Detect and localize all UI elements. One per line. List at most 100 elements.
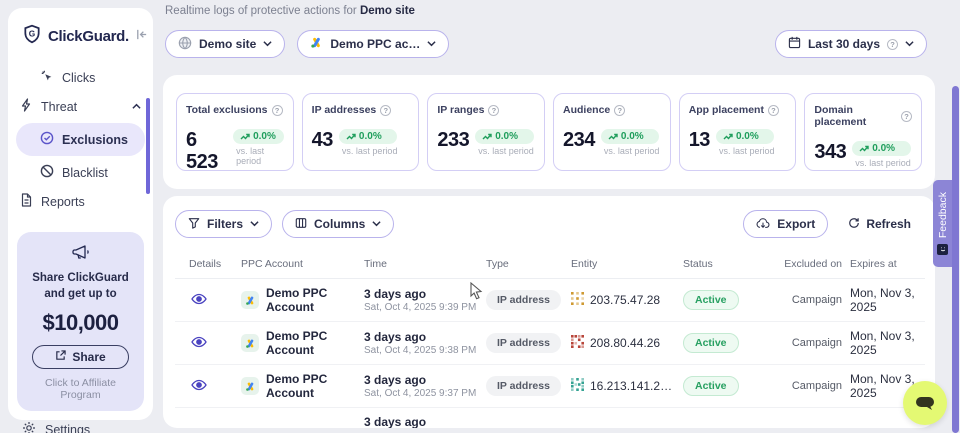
help-icon[interactable]: ? xyxy=(768,105,779,116)
selector-row: Demo site Demo PPC ac… xyxy=(165,30,449,58)
stats-panel: Total exclusions? 6 523 0.0% vs. last pe… xyxy=(163,75,935,189)
type-badge: IP address xyxy=(486,376,561,396)
google-ads-icon xyxy=(241,291,259,309)
chevron-down-icon xyxy=(372,217,381,231)
column-header-time[interactable]: Time xyxy=(364,258,486,270)
smiley-icon xyxy=(937,244,948,255)
help-icon[interactable]: ? xyxy=(380,105,391,116)
details-eye-icon[interactable] xyxy=(189,291,209,310)
check-circle-icon xyxy=(40,131,54,148)
compare-label: vs. last period xyxy=(601,146,660,156)
sidebar-item-settings[interactable]: Settings xyxy=(8,411,153,433)
entity-cell: 203.75.47.28 xyxy=(571,292,683,308)
stat-value: 233 xyxy=(437,129,469,151)
column-header-excluded-on[interactable]: Excluded on xyxy=(778,258,850,270)
filters-dropdown[interactable]: Filters xyxy=(175,210,272,238)
help-icon[interactable]: ? xyxy=(272,105,283,116)
time-cell: 3 days ago xyxy=(364,408,486,428)
entity-identicon xyxy=(571,292,584,308)
promo-heading: Share ClickGuard and get up to xyxy=(25,271,136,302)
stat-label: Total exclusions xyxy=(186,104,268,116)
export-button[interactable]: Export xyxy=(743,210,828,238)
delta-badge: 0.0% xyxy=(852,141,911,156)
share-button-label: Share xyxy=(72,350,105,364)
column-header-status[interactable]: Status xyxy=(683,258,778,270)
excluded-on-cell: Campaign xyxy=(778,337,850,349)
stat-label: IP addresses xyxy=(312,104,377,116)
delta-badge: 0.0% xyxy=(601,129,660,144)
logo-row: G ClickGuard. xyxy=(8,20,153,63)
sidebar-collapse-icon[interactable] xyxy=(135,28,148,46)
site-selector-dropdown[interactable]: Demo site xyxy=(165,30,285,58)
page-title-site: Demo site xyxy=(360,5,415,17)
sidebar-item-label: Exclusions xyxy=(62,133,128,147)
columns-dropdown[interactable]: Columns xyxy=(282,210,394,238)
status-badge: Active xyxy=(683,290,739,310)
entity-cell: 208.80.44.26 xyxy=(571,335,683,351)
sidebar-scrollbar[interactable] xyxy=(146,98,150,194)
ppc-account-name: Demo PPC Account xyxy=(266,372,364,400)
sidebar-item-reports[interactable]: Reports xyxy=(8,187,153,216)
refresh-button[interactable]: Refresh xyxy=(838,211,921,238)
settings-label: Settings xyxy=(45,423,90,433)
svg-text:G: G xyxy=(29,29,35,39)
sidebar-item-label: Clicks xyxy=(62,71,141,85)
column-header-expires-at[interactable]: Expires at xyxy=(850,258,921,270)
sidebar-item-blacklist[interactable]: Blacklist xyxy=(8,158,153,187)
sidebar-item-clicks[interactable]: Clicks xyxy=(8,63,153,92)
table-header-row: Details PPC Account Time Type Entity Sta… xyxy=(175,258,925,279)
blacklist-icon xyxy=(40,164,54,181)
external-link-icon xyxy=(55,350,66,364)
ppc-account-cell: Demo PPC Account xyxy=(241,286,364,314)
entity-value: 208.80.44.26 xyxy=(590,336,660,350)
chat-widget-button[interactable] xyxy=(903,381,947,425)
click-icon xyxy=(40,69,54,86)
help-icon[interactable]: ? xyxy=(614,105,625,116)
date-range-dropdown[interactable]: Last 30 days ? xyxy=(775,30,927,58)
page-title: Realtime logs of protective actions for … xyxy=(165,5,415,17)
feedback-label: Feedback xyxy=(937,192,949,238)
expires-at-cell: Mon, Nov 3, 2025 xyxy=(850,286,921,314)
help-icon[interactable]: ? xyxy=(901,111,912,122)
share-button[interactable]: Share xyxy=(32,345,128,369)
chevron-down-icon xyxy=(250,217,259,231)
time-cell: 3 days agoSat, Oct 4, 2025 9:37 PM xyxy=(364,373,486,399)
account-selector-dropdown[interactable]: Demo PPC ac… xyxy=(297,30,449,58)
column-header-details[interactable]: Details xyxy=(189,258,241,270)
info-icon: ? xyxy=(887,39,898,50)
promo-amount: $10,000 xyxy=(25,310,136,336)
table-toolbar: Filters Columns Export Refresh xyxy=(175,210,925,238)
cloud-download-icon xyxy=(756,217,770,232)
page-title-prefix: Realtime logs of protective actions for xyxy=(165,5,360,17)
feedback-tab[interactable]: Feedback xyxy=(933,180,952,267)
expires-at-cell: Mon, Nov 3, 2025 xyxy=(850,329,921,357)
page-scrollbar[interactable] xyxy=(952,86,959,433)
delta-badge: 0.0% xyxy=(475,129,534,144)
column-header-entity[interactable]: Entity xyxy=(571,258,683,270)
sidebar-item-exclusions[interactable]: Exclusions xyxy=(16,123,145,156)
stat-value: 13 xyxy=(689,129,710,151)
reports-document-icon xyxy=(20,193,33,210)
stat-label: IP ranges xyxy=(437,104,484,116)
stat-value: 6 523 xyxy=(186,129,227,173)
details-eye-icon[interactable] xyxy=(189,334,209,353)
refresh-icon xyxy=(848,217,860,232)
column-header-ppc-account[interactable]: PPC Account xyxy=(241,258,364,270)
entity-cell: 16.213.141.2… xyxy=(571,378,683,394)
entity-value: 16.213.141.2… xyxy=(590,379,672,393)
table-row: Demo PPC Account 3 days agoSat, Oct 4, 2… xyxy=(175,279,925,322)
column-header-type[interactable]: Type xyxy=(486,258,571,270)
stat-card-ip-ranges: IP ranges? 233 0.0% vs. last period xyxy=(427,93,545,171)
affiliate-promo-card[interactable]: Share ClickGuard and get up to $10,000 S… xyxy=(17,232,144,411)
stat-card-domain-placement: Domain placement? 343 0.0% vs. last peri… xyxy=(804,93,922,171)
gear-icon xyxy=(22,421,36,433)
help-icon[interactable]: ? xyxy=(488,105,499,116)
export-label: Export xyxy=(777,217,815,231)
sidebar-item-threat[interactable]: Threat xyxy=(8,92,153,121)
chevron-down-icon xyxy=(427,37,436,51)
details-eye-icon[interactable] xyxy=(189,377,209,396)
site-selector-value: Demo site xyxy=(199,37,256,51)
stat-card-total-exclusions: Total exclusions? 6 523 0.0% vs. last pe… xyxy=(176,93,294,171)
status-badge: Active xyxy=(683,333,739,353)
stat-card-audience: Audience? 234 0.0% vs. last period xyxy=(553,93,671,171)
